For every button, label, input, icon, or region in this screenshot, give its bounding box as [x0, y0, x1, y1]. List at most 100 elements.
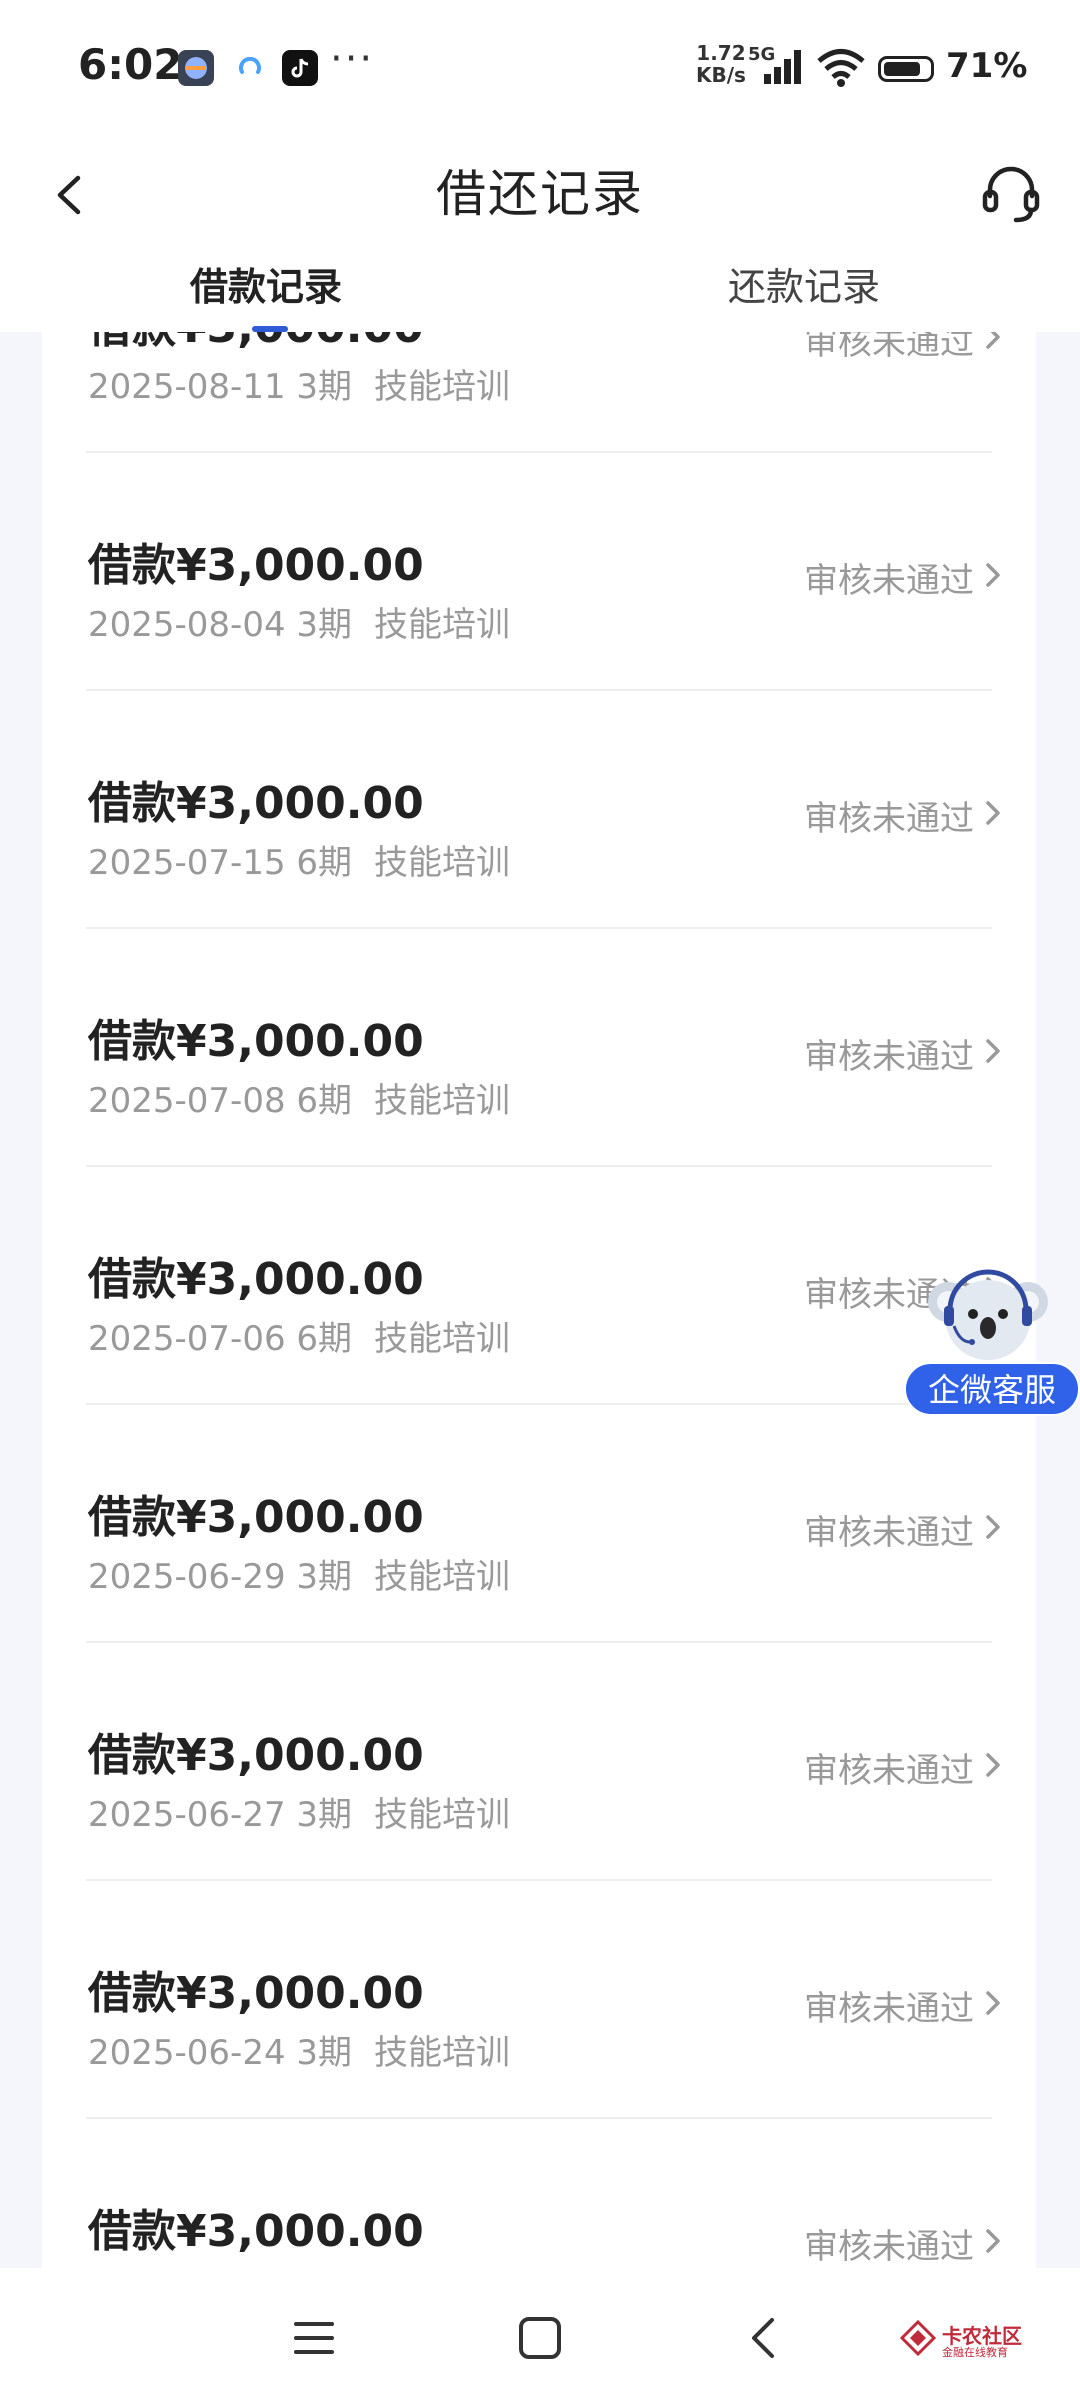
record-status: 审核未通过: [804, 1989, 974, 2029]
battery-percent: 71%: [946, 46, 1028, 86]
record-meta: 2025-06-24 3期 技能培训: [88, 2025, 510, 2074]
service-label: 企微客服: [904, 1362, 1080, 1416]
record-purpose: 技能培训: [374, 2033, 511, 2073]
record-purpose: 技能培训: [374, 367, 511, 407]
loan-record-row[interactable]: 借款¥3,000.00 2025-08-11 3期技能培训 审核未通过: [42, 332, 1036, 453]
loan-record-list[interactable]: 借款¥3,000.002025-08-11 3期技能培训审核未通过借款¥3,00…: [42, 332, 1036, 2268]
record-purpose: 技能培训: [374, 1081, 511, 1121]
record-meta: 2025-08-04 3期 技能培训: [88, 597, 510, 646]
signal-icon: [764, 50, 801, 84]
tab-loan-records[interactable]: 借款记录: [190, 256, 342, 311]
record-date: 2025-08-11: [88, 367, 286, 407]
record-purpose: 技能培训: [374, 1319, 511, 1359]
loan-record-row[interactable]: 借款¥3,000.00 2025-08-04 3期 技能培训 审核未通过: [42, 453, 1036, 691]
more-notifications-icon: ···: [330, 36, 375, 82]
watermark-logo-icon: [900, 2320, 936, 2356]
record-meta: 2025-08-11 3期 技能培训: [88, 359, 510, 408]
record-term: 3期: [296, 1795, 353, 1835]
nav-back-button[interactable]: [740, 2312, 792, 2364]
record-purpose: 技能培训: [374, 1795, 511, 1835]
record-date: 2025-06-24: [88, 2033, 286, 2073]
chevron-right-icon: [986, 2229, 1000, 2253]
record-purpose: 技能培训: [374, 1557, 511, 1597]
loan-record-row[interactable]: 借款¥3,000.00 2025-07-08 6期 技能培训 审核未通过: [42, 929, 1036, 1167]
record-amount: 借款¥3,000.00: [88, 1016, 424, 1067]
headset-icon: [982, 166, 1040, 223]
network-speed: 1.72 KB/s: [696, 42, 746, 86]
loan-record-row[interactable]: 借款¥3,000.00 2025-06-24 3期 技能培训 审核未通过: [42, 1881, 1036, 2119]
record-date: 2025-08-04: [88, 605, 286, 645]
record-amount: 借款¥3,000.00: [88, 1492, 424, 1543]
koala-mascot-icon: [928, 1269, 1048, 1360]
record-meta: 2025-07-08 6期 技能培训: [88, 1073, 510, 1122]
record-status: 审核未通过: [804, 1751, 974, 1791]
record-purpose: 技能培训: [374, 605, 511, 645]
chevron-right-icon: [986, 332, 1000, 349]
chevron-right-icon: [986, 1991, 1000, 2015]
record-meta: 2025-06-29 3期 技能培训: [88, 1549, 510, 1598]
loan-record-row[interactable]: 借款¥3,000.00 2025-06-27 3期 技能培训 审核未通过: [42, 1643, 1036, 1881]
record-status: 审核未通过: [804, 1513, 974, 1553]
record-meta: 2025-07-15 6期 技能培训: [88, 835, 510, 884]
record-term: 3期: [296, 367, 353, 407]
floating-service-button[interactable]: 企微客服: [900, 1262, 1080, 1422]
tab-repayment-records[interactable]: 还款记录: [728, 256, 880, 311]
battery-icon: [878, 56, 934, 82]
status-time: 6:02: [78, 40, 183, 89]
chevron-right-icon: [986, 1753, 1000, 1777]
record-date: 2025-07-15: [88, 843, 286, 883]
loan-record-row[interactable]: 借款¥3,000.00 2025-07-15 6期 技能培训 审核未通过: [42, 691, 1036, 929]
record-term: 3期: [296, 605, 353, 645]
network-speed-unit: KB/s: [696, 63, 746, 87]
status-bar: 6:02 ··· 1.72 KB/s 5G 71%: [0, 0, 1080, 130]
record-amount: 借款¥3,000.00: [88, 1730, 424, 1781]
record-list-inner: 借款¥3,000.002025-08-11 3期技能培训审核未通过借款¥3,00…: [42, 332, 1036, 2268]
chevron-right-icon: [986, 1039, 1000, 1063]
watermark-subtext: 金融在线教育: [942, 2346, 1008, 2359]
app-header: 借还记录: [0, 130, 1080, 260]
record-term: 6期: [296, 1319, 353, 1359]
menu-icon: [294, 2322, 334, 2354]
watermark: 卡农社区 金融在线教育: [900, 2320, 1060, 2360]
record-date: 2025-06-29: [88, 1557, 286, 1597]
loan-record-row[interactable]: 借款¥3,000.00 2025-06-29 3期 技能培训 审核未通过: [42, 1405, 1036, 1643]
record-purpose: 技能培训: [374, 843, 511, 883]
record-term: 3期: [296, 1557, 353, 1597]
record-meta: 2025-06-27 3期 技能培训: [88, 1787, 510, 1836]
chevron-right-icon: [986, 563, 1000, 587]
wifi-icon: [817, 49, 865, 87]
system-nav-bar: 卡农社区 金融在线教育: [0, 2268, 1080, 2400]
record-amount: 借款¥3,000.00: [88, 1968, 424, 2019]
customer-service-button[interactable]: [976, 158, 1046, 228]
loading-app-icon: [232, 50, 268, 86]
record-meta: 2025-07-06 6期 技能培训: [88, 1311, 510, 1360]
app-notification-icon: [178, 50, 214, 86]
record-amount: 借款¥3,000.00: [88, 332, 424, 355]
record-amount: 借款¥3,000.00: [88, 540, 424, 591]
record-tabs: 借款记录 还款记录: [0, 256, 1080, 332]
page-title: 借还记录: [436, 165, 644, 223]
network-speed-value: 1.72: [696, 41, 746, 65]
record-date: 2025-07-06: [88, 1319, 286, 1359]
record-status: 审核未通过: [804, 1037, 974, 1077]
loan-record-row[interactable]: 借款¥3,000.002025-06-19 3期技能培训审核未通过: [42, 2119, 1036, 2268]
chevron-right-icon: [986, 801, 1000, 825]
record-date: 2025-07-08: [88, 1081, 286, 1121]
record-term: 6期: [296, 843, 353, 883]
record-status: 审核未通过: [804, 2227, 974, 2267]
record-amount: 借款¥3,000.00: [88, 778, 424, 829]
nav-menu-button[interactable]: [288, 2312, 340, 2364]
nav-back-icon: [752, 2318, 774, 2358]
loan-record-row[interactable]: 借款¥3,000.00 2025-07-06 6期 技能培训 审核未通过: [42, 1167, 1036, 1405]
nav-home-button[interactable]: [514, 2312, 566, 2364]
record-amount: 借款¥3,000.00: [88, 1254, 424, 1305]
record-amount: 借款¥3,000.00: [88, 2206, 424, 2257]
record-status: 审核未通过: [804, 799, 974, 839]
record-term: 6期: [296, 1081, 353, 1121]
record-status: 审核未通过: [804, 561, 974, 601]
record-term: 3期: [296, 2033, 353, 2073]
record-status: 审核未通过: [804, 332, 974, 363]
square-home-icon: [519, 2317, 561, 2359]
chevron-right-icon: [986, 1515, 1000, 1539]
record-date: 2025-06-27: [88, 1795, 286, 1835]
